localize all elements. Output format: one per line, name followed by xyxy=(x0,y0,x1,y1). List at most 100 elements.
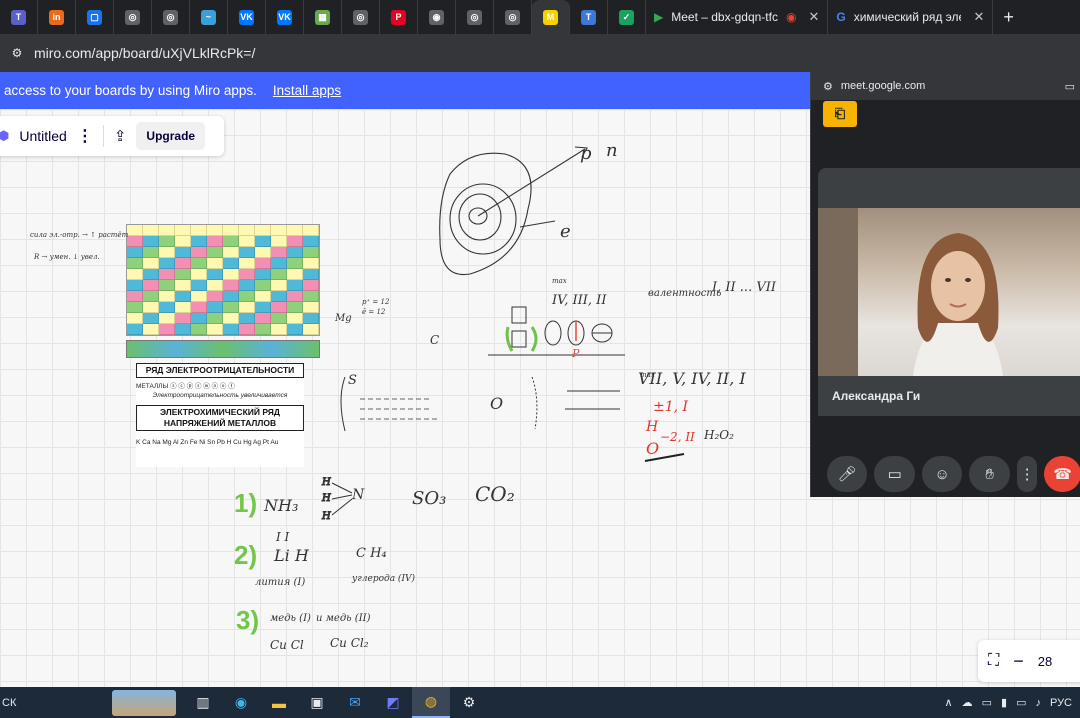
store-icon[interactable]: ▣ xyxy=(298,687,336,718)
svg-text:N: N xyxy=(351,487,365,503)
browser-tab[interactable]: ▢ xyxy=(76,0,114,34)
more-options-icon[interactable]: ⋮ xyxy=(1016,456,1038,492)
browser-tab[interactable]: VK xyxy=(266,0,304,34)
notes-app-icon[interactable]: ◩ xyxy=(374,687,412,718)
meet-favicon: ▶ xyxy=(654,10,664,24)
file-explorer-icon[interactable]: ▬ xyxy=(260,687,298,718)
share-icon[interactable]: ⇪ xyxy=(114,127,127,145)
globe-icon: ◎ xyxy=(163,9,178,25)
ox-plus-minus: ±1, I xyxy=(653,399,689,415)
svg-text:H: H xyxy=(321,511,331,522)
zoom-out-icon[interactable]: − xyxy=(1013,651,1024,672)
camera-icon[interactable]: ▭ xyxy=(874,456,915,492)
left-note-2: R → умен. ↓ увел. xyxy=(33,253,100,261)
mail-icon[interactable]: ✉ xyxy=(336,687,374,718)
meet-tab[interactable]: ▶ Meet – dbx-gdqn-tfc ◉ ✕ xyxy=(646,0,829,34)
board-title[interactable]: Untitled xyxy=(19,128,66,144)
meet-url-bar: ⚙ meet.google.com ▭ xyxy=(811,72,1080,100)
text-icon: T xyxy=(581,9,596,25)
globe-icon: ◎ xyxy=(467,9,482,25)
meet-exit-icon[interactable]: ⎗ xyxy=(823,101,857,127)
raise-hand-icon[interactable]: ✋︎ xyxy=(969,456,1010,492)
board-menu-icon[interactable]: ⋮ xyxy=(77,126,93,146)
browser-tab[interactable]: VK xyxy=(228,0,266,34)
site-settings-icon[interactable]: ⚙ xyxy=(8,44,26,62)
upgrade-button[interactable]: Upgrade xyxy=(136,122,206,150)
edge-icon[interactable]: ◉ xyxy=(222,687,260,718)
nh3-formula: NH₃ xyxy=(263,496,298,515)
item-number-2: 2) xyxy=(234,540,257,570)
battery-icon[interactable]: ▭ xyxy=(982,696,992,709)
fit-screen-icon[interactable]: ⛶ xyxy=(988,652,999,670)
globe-icon: ◎ xyxy=(353,9,368,25)
browser-tab[interactable]: ~ xyxy=(190,0,228,34)
site-settings-icon[interactable]: ⚙ xyxy=(823,80,833,93)
globe-icon: ◎ xyxy=(125,9,140,25)
zoom-controls: ⛶ − 28 xyxy=(978,640,1080,682)
search-tab[interactable]: Gхимический ряд электр ✕ xyxy=(828,0,994,34)
close-tab-icon[interactable]: ✕ xyxy=(973,9,984,25)
volume-icon[interactable]: ♪ xyxy=(1035,697,1041,709)
task-view-icon[interactable]: ▥ xyxy=(184,687,222,718)
browser-tab[interactable]: ✓ xyxy=(608,0,646,34)
oxygen-symbol: O xyxy=(490,394,503,413)
settings-icon[interactable]: ⚙ xyxy=(450,687,488,718)
participant-video xyxy=(818,208,1080,376)
google-favicon: G xyxy=(836,10,846,24)
browser-tab[interactable]: ◎ xyxy=(152,0,190,34)
map-icon: ▦ xyxy=(315,9,330,25)
h2o2-formula: H₂O₂ xyxy=(703,428,734,442)
ox-o: O xyxy=(646,439,659,458)
svg-text:I I: I I xyxy=(275,530,290,544)
browser-tab[interactable]: ◉ xyxy=(418,0,456,34)
zoom-level[interactable]: 28 xyxy=(1038,654,1052,669)
emoji-icon[interactable]: ☺ xyxy=(921,456,963,492)
participant-figure xyxy=(818,208,1003,376)
browser-tab[interactable]: ◎ xyxy=(114,0,152,34)
copper1-label: медь (I) xyxy=(270,613,311,624)
carbon-valence-label: углерода (IV) xyxy=(351,573,416,584)
weather-widget[interactable] xyxy=(112,689,176,716)
tray-expand-icon[interactable]: ∧ xyxy=(945,696,953,709)
browser-tab[interactable]: ◎ xyxy=(456,0,494,34)
electron-label: e xyxy=(560,221,571,242)
camera-icon: ◉ xyxy=(429,9,444,25)
lih-formula: Li H xyxy=(273,546,310,565)
banner-text: access to your boards by using Miro apps… xyxy=(4,83,257,98)
browser-tab[interactable]: ◎ xyxy=(494,0,532,34)
language-indicator[interactable]: РУС xyxy=(1050,697,1072,709)
header-separator xyxy=(102,125,104,147)
browser-tab[interactable]: P xyxy=(380,0,418,34)
neutron-label: n xyxy=(606,140,618,161)
browser-tab[interactable]: T xyxy=(0,0,38,34)
end-call-icon[interactable]: ☎ xyxy=(1044,456,1080,492)
close-tab-icon[interactable]: ✕ xyxy=(808,9,819,25)
miro-logo-icon[interactable]: ⬢ xyxy=(0,128,9,144)
browser-tab[interactable]: T xyxy=(570,0,608,34)
check-icon: ✓ xyxy=(619,9,634,25)
network-icon[interactable]: ▭ xyxy=(1016,696,1026,709)
new-tab-icon[interactable]: + xyxy=(1003,7,1014,28)
co2-formula: CO₂ xyxy=(475,482,515,506)
browser-tab[interactable]: M xyxy=(532,0,570,34)
microphone-icon[interactable]: 🎤︎ xyxy=(827,456,868,492)
chrome-icon[interactable]: ◍ xyxy=(412,687,450,718)
electron-count: ē = 12 xyxy=(362,308,386,316)
address-bar[interactable]: ⚙ miro.com/app/board/uXjVLklRcPk=/ xyxy=(0,34,1080,72)
browser-tab[interactable]: ▦ xyxy=(304,0,342,34)
meet-pip-window: ⚙ meet.google.com ▭ ⎗ Александра Ги 🎤︎ ▭… xyxy=(810,72,1080,497)
lithium-label: лития (I) xyxy=(255,577,305,588)
browser-tab[interactable]: in xyxy=(38,0,76,34)
item-number-1: 1) xyxy=(234,488,257,518)
meet-tab-title: Meet – dbx-gdqn-tfc xyxy=(671,10,778,24)
taskbar-search[interactable]: СК xyxy=(0,697,112,709)
install-apps-link[interactable]: Install apps xyxy=(273,83,341,98)
browser-tab[interactable]: ◎ xyxy=(342,0,380,34)
proton-count: p⁺ = 12 xyxy=(362,298,390,306)
url-text[interactable]: miro.com/app/board/uXjVLklRcPk=/ xyxy=(34,45,255,61)
left-note-1: сила эл.-отр. → ↑ растёт xyxy=(30,231,129,239)
bird-icon: ~ xyxy=(201,9,216,25)
mic-tray-icon[interactable]: ▮ xyxy=(1001,696,1007,709)
vk-icon: VK xyxy=(239,9,254,25)
cloud-icon[interactable]: ☁ xyxy=(962,696,973,709)
